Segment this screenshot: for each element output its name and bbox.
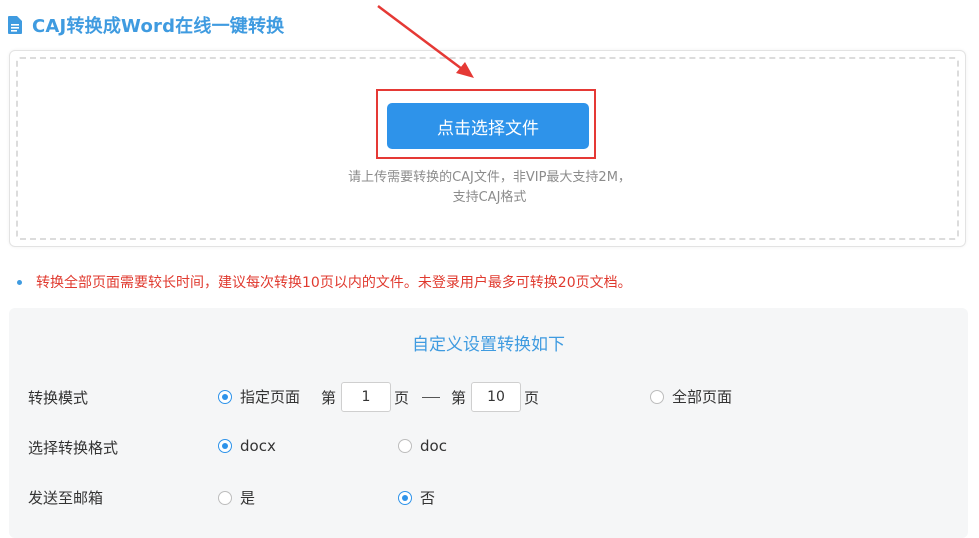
page-header: CAJ转换成Word在线一键转换 [8,12,284,38]
document-icon [8,16,22,34]
radio-unchecked-icon [398,439,412,453]
upload-hint-line-1: 请上传需要转换的CAJ文件，非VIP最大支持2M， [348,170,631,185]
radio-no-label: 否 [420,489,436,507]
radio-doc[interactable]: doc [398,437,447,455]
notice-text: 转换全部页面需要较长时间，建议每次转换10页以内的文件。未登录用户最多可转换20… [36,275,632,291]
radio-all-pages[interactable]: 全部页面 [650,386,732,407]
settings-panel: 自定义设置转换如下 [9,308,968,538]
notice-item: 转换全部页面需要较长时间，建议每次转换10页以内的文件。未登录用户最多可转换20… [17,272,632,292]
start-page-input[interactable] [341,382,391,412]
range-dash [422,397,440,398]
mode-label: 转换模式 [28,389,89,407]
to-prefix: 第 [451,389,467,407]
email-label: 发送至邮箱 [28,489,104,507]
radio-range-label: 指定页面 [240,388,301,406]
radio-unchecked-icon [650,389,664,404]
bullet-icon [17,279,22,285]
radio-unchecked-icon [218,490,232,505]
format-label: 选择转换格式 [28,439,119,457]
radio-checked-icon [398,490,412,505]
radio-docx[interactable]: docx [218,437,276,455]
radio-range-pages[interactable]: 指定页面 [218,386,300,407]
end-page-input[interactable] [471,382,521,412]
radio-all-label: 全部页面 [672,388,733,406]
to-suffix: 页 [524,389,540,407]
red-arrow-annotation [377,5,474,78]
from-suffix: 页 [394,389,410,407]
radio-email-no[interactable]: 否 [398,487,435,508]
settings-title: 自定义设置转换如下 [412,335,565,355]
radio-email-yes[interactable]: 是 [218,487,255,508]
from-prefix: 第 [321,389,337,407]
select-file-button[interactable]: 点击选择文件 [387,103,589,149]
radio-checked-icon [218,439,232,453]
upload-hint-line-2: 支持CAJ格式 [452,190,527,205]
radio-checked-icon [218,389,232,404]
radio-docx-label: docx [240,437,276,455]
radio-yes-label: 是 [240,489,256,507]
radio-doc-label: doc [420,437,447,455]
page-title: CAJ转换成Word在线一键转换 [32,16,285,37]
